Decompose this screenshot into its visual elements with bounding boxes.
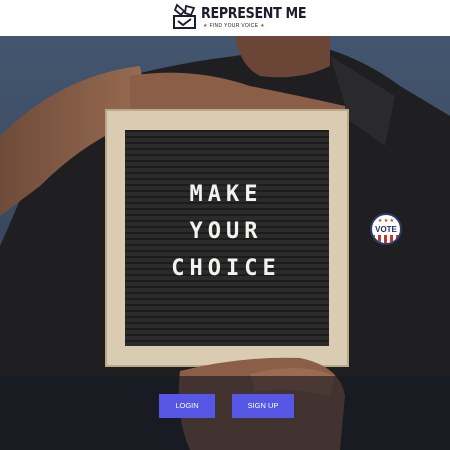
board-line-1: MAKE: [189, 182, 263, 207]
brand-name: REPRESENT ME: [201, 4, 307, 22]
brand-tagline: ★ FIND YOUR VOICE ★: [203, 23, 265, 29]
signup-button[interactable]: SIGN UP: [232, 394, 294, 418]
vote-pin-badge: ★ ★ ★ VOTE: [370, 213, 402, 245]
board-line-2: YOUR: [189, 219, 263, 244]
tagline-text: FIND YOUR VOICE: [209, 23, 259, 29]
action-bar: [0, 376, 450, 450]
stars-icon: ★ ★ ★: [377, 218, 395, 224]
logo-mark-icon: [173, 3, 196, 29]
brand-logo[interactable]: REPRESENT ME ★ FIND YOUR VOICE ★: [172, 2, 307, 32]
app-header: REPRESENT ME ★ FIND YOUR VOICE ★: [0, 0, 450, 36]
star-icon: ★: [203, 23, 208, 29]
vote-badge-text: VOTE: [375, 225, 397, 234]
login-button[interactable]: LOGIN: [159, 394, 215, 418]
star-icon: ★: [260, 23, 265, 29]
board-line-3: CHOICE: [171, 256, 281, 281]
stripes-decoration: [372, 235, 400, 243]
